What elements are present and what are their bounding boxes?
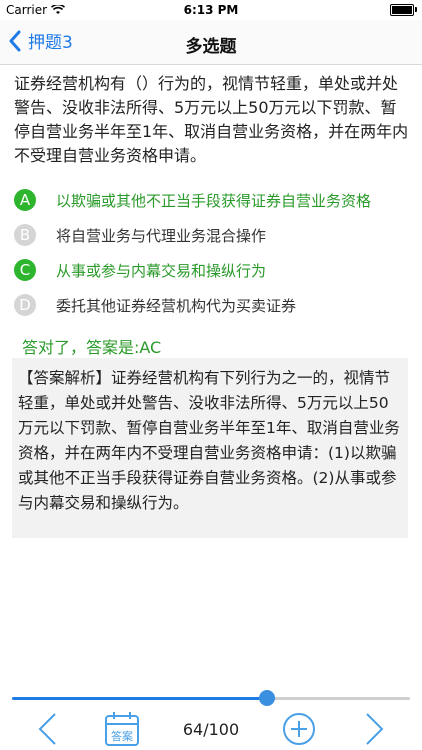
next-button[interactable]	[358, 712, 392, 746]
option-d[interactable]: D 委托其他证券经营机构代为买卖证券	[14, 288, 410, 322]
result-text: 答对了，答案是:AC	[22, 338, 162, 357]
navigation-bar: 押题3 多选题	[0, 20, 422, 65]
status-time: 6:13 PM	[183, 3, 239, 17]
options-list: A 以欺骗或其他不正当手段获得证券自营业务资格 B 将自营业务与代理业务混合操作…	[14, 183, 410, 323]
add-button[interactable]	[282, 712, 316, 746]
option-d-text: 委托其他证券经营机构代为买卖证券	[56, 296, 297, 315]
page-indicator: 64/100	[182, 719, 240, 739]
answer-sheet-label: 答案	[111, 730, 133, 743]
progress-slider[interactable]	[0, 688, 422, 708]
answer-sheet-button[interactable]: 答案	[104, 711, 140, 747]
option-c-badge: C	[14, 259, 36, 281]
answer-analysis: 【答案解析】证券经营机构有下列行为之一的，视情节轻重，单处或并处警告、没收非法所…	[12, 358, 408, 538]
option-a-badge: A	[14, 189, 36, 211]
option-a-text: 以欺骗或其他不正当手段获得证券自营业务资格	[56, 191, 372, 210]
page-title: 多选题	[185, 37, 237, 57]
slider-fill	[12, 697, 267, 700]
chevron-right-icon	[366, 713, 384, 745]
question-text: 证券经营机构有（）行为的，视情节轻重，单处或并处警告、没收非法所得、5万元以上5…	[14, 74, 409, 165]
option-d-badge: D	[14, 294, 36, 316]
option-b-badge: B	[14, 224, 36, 246]
slider-thumb[interactable]	[258, 690, 275, 706]
battery-icon	[390, 4, 417, 16]
plus-circle-icon	[283, 713, 315, 745]
option-a[interactable]: A 以欺骗或其他不正当手段获得证券自营业务资格	[14, 183, 410, 217]
previous-button[interactable]	[30, 712, 64, 746]
option-c[interactable]: C 从事或参与内幕交易和操纵行为	[14, 253, 410, 287]
status-bar: Carrier 6:13 PM	[0, 0, 422, 20]
chevron-left-icon	[38, 713, 56, 745]
bottom-toolbar: 答案 64/100	[0, 708, 422, 750]
option-c-text: 从事或参与内幕交易和操纵行为	[56, 261, 267, 280]
option-b-text: 将自营业务与代理业务混合操作	[56, 226, 267, 245]
option-b[interactable]: B 将自营业务与代理业务混合操作	[14, 218, 410, 252]
